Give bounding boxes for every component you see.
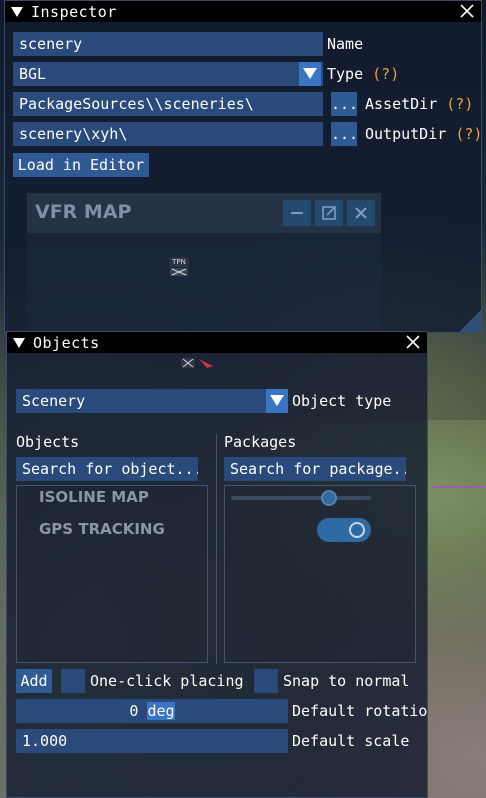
column-divider: [216, 434, 217, 664]
packages-list[interactable]: [224, 485, 416, 663]
type-label: Type (?): [327, 65, 400, 83]
close-icon[interactable]: [347, 200, 375, 226]
output-dir-browse-button[interactable]: ...: [331, 122, 358, 146]
object-type-select[interactable]: Scenery: [16, 389, 288, 413]
collapse-triangle-icon[interactable]: [13, 337, 25, 348]
object-type-label: Object type: [292, 392, 392, 410]
output-dir-input[interactable]: scenery\xyh\: [13, 122, 323, 146]
list-item: GPS TRACKING: [39, 520, 165, 538]
vfr-map-title: VFR MAP: [35, 201, 132, 223]
resize-grip[interactable]: [459, 310, 481, 332]
help-marker: (?): [455, 125, 483, 143]
default-rotation-label: Default rotatio: [292, 702, 428, 720]
vfr-map-titlebar: VFR MAP: [27, 193, 381, 233]
asset-dir-input[interactable]: PackageSources\\sceneries\: [13, 92, 323, 116]
add-button[interactable]: Add: [16, 669, 52, 693]
objects-search-input[interactable]: Search for object...: [16, 457, 198, 481]
default-scale-input[interactable]: 1.000: [16, 729, 288, 753]
packages-header: Packages: [224, 433, 297, 451]
inspector-title: Inspector: [31, 2, 117, 21]
scenery-route-line: [432, 486, 486, 488]
objects-title: Objects: [33, 333, 100, 352]
close-icon[interactable]: [405, 334, 421, 350]
slider-thumb: [321, 490, 337, 506]
collapse-triangle-icon[interactable]: [11, 6, 23, 17]
chevron-down-icon[interactable]: [299, 62, 321, 86]
objects-window: Objects Scenery Object type Objects Pack…: [6, 331, 428, 798]
output-dir-label: OutputDir (?): [365, 125, 483, 143]
popout-icon[interactable]: [315, 200, 343, 226]
minimize-icon[interactable]: [283, 200, 311, 226]
objects-header: Objects: [16, 433, 80, 451]
airport-icon: [170, 268, 188, 276]
one-click-placing-label: One-click placing: [90, 672, 244, 690]
list-item: ISOLINE MAP: [39, 488, 149, 506]
inspector-window: Inspector scenery Name BGL Type (?) Pack…: [4, 0, 482, 333]
asset-dir-browse-button[interactable]: ...: [331, 92, 358, 116]
snap-to-normal-checkbox[interactable]: [254, 669, 278, 693]
default-rotation-input[interactable]: 0 deg: [16, 699, 288, 723]
snap-to-normal-label: Snap to normal: [283, 672, 410, 690]
help-marker: (?): [372, 65, 400, 83]
packages-search-input[interactable]: Search for package..: [224, 457, 406, 481]
objects-list[interactable]: ISOLINE MAP GPS TRACKING: [16, 485, 208, 663]
asset-dir-label: AssetDir (?): [365, 95, 474, 113]
close-icon[interactable]: [459, 3, 475, 19]
name-input[interactable]: scenery: [13, 32, 323, 56]
objects-titlebar[interactable]: Objects: [7, 332, 427, 353]
default-scale-label: Default scale: [292, 732, 410, 750]
airport-marker-label: TPN: [169, 257, 189, 267]
one-click-placing-checkbox[interactable]: [61, 669, 85, 693]
rotation-unit: deg: [147, 702, 175, 720]
aircraft-marker-icon: [181, 358, 213, 368]
slider-track: [231, 496, 371, 500]
vfr-map-panel: VFR MAP TPN: [27, 193, 381, 333]
help-marker: (?): [446, 95, 474, 113]
inspector-titlebar[interactable]: Inspector: [5, 1, 481, 22]
rotation-value: 0: [129, 702, 139, 720]
name-label: Name: [327, 35, 364, 53]
load-in-editor-button[interactable]: Load in Editor: [13, 153, 149, 177]
chevron-down-icon[interactable]: [266, 389, 288, 413]
toggle-knob: [349, 522, 365, 538]
type-select[interactable]: BGL: [13, 62, 323, 86]
